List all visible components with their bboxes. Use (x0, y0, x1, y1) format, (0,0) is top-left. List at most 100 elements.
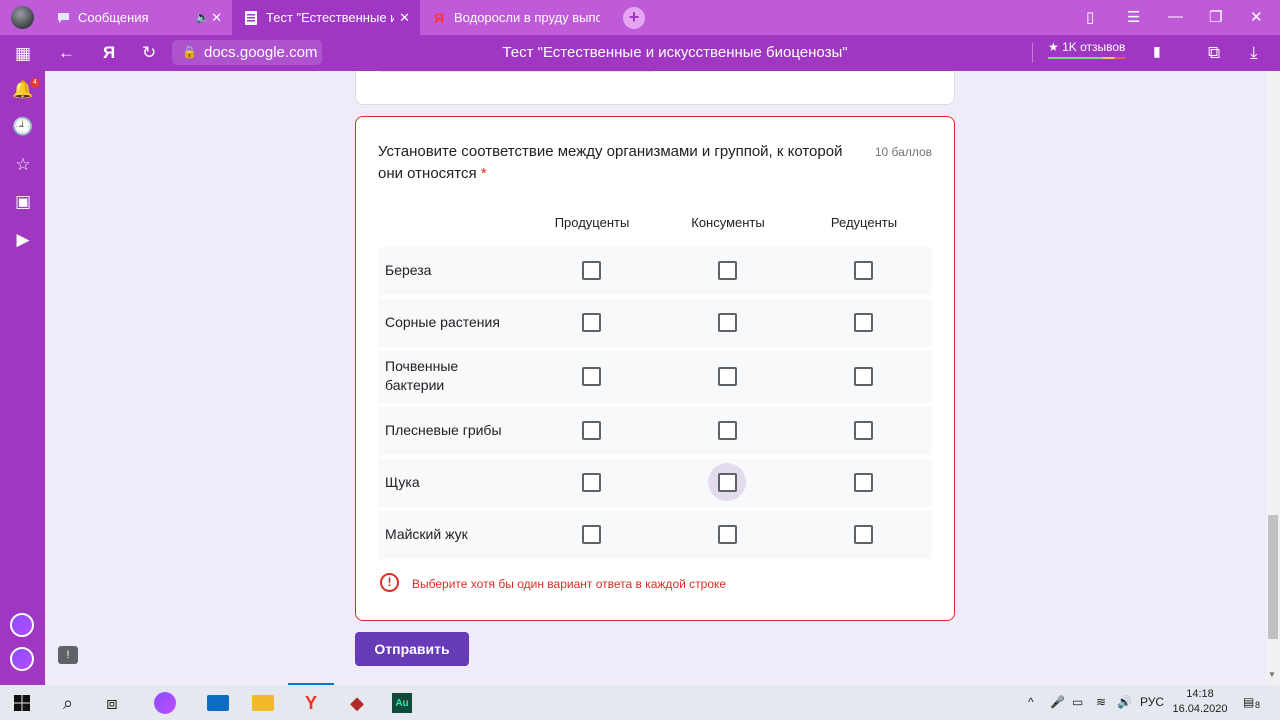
grid-row: Плесневые грибы (378, 407, 932, 455)
download-icon[interactable]: ⤓ (1250, 43, 1258, 63)
clock-time: 14:18 (1186, 688, 1214, 700)
checkbox-consumers[interactable] (718, 313, 737, 332)
error-icon: ! (380, 573, 399, 592)
side-panel: ▦ 🔔 4 🕘 ☆ ▣ ▶ (0, 35, 45, 685)
notification-count: 8 (1255, 700, 1261, 710)
windows-start-icon[interactable] (10, 691, 34, 715)
submit-button[interactable]: Отправить (355, 632, 469, 666)
column-header: Редуценты (830, 215, 898, 230)
alice-assistant-icon[interactable] (10, 613, 34, 637)
row-label: Береза (385, 262, 432, 278)
wifi-icon[interactable]: ≋ (1096, 695, 1106, 709)
bookmarks-panel-icon[interactable]: ▯ (1086, 8, 1094, 26)
new-tab-button[interactable]: + (623, 7, 645, 29)
audition-icon[interactable]: Au (390, 691, 414, 715)
checkbox-producers[interactable] (582, 421, 601, 440)
previous-question-card (355, 71, 955, 105)
alice-taskbar-icon[interactable] (153, 691, 177, 715)
search-icon[interactable]: ⌕ (56, 691, 80, 715)
row-label: Щука (385, 474, 420, 490)
scrollbar-thumb[interactable] (1268, 515, 1278, 639)
checkbox-decomposers[interactable] (854, 367, 873, 386)
checkbox-producers[interactable] (582, 525, 601, 544)
close-tab-icon[interactable]: ✕ (211, 10, 222, 26)
checkbox-consumers[interactable] (718, 525, 737, 544)
minimize-icon[interactable]: — (1168, 8, 1183, 25)
row-label: Плесневые грибы (385, 422, 502, 438)
battery-icon[interactable]: ▭ (1072, 695, 1083, 709)
checkbox-decomposers[interactable] (854, 261, 873, 280)
close-tab-icon[interactable]: ✕ (399, 10, 410, 26)
task-view-icon[interactable]: ⧈ (100, 691, 124, 715)
notification-badge: 4 (30, 78, 40, 88)
tab-title: Тест "Естественные и искусственные биоце… (266, 10, 394, 25)
question-points: 10 баллов (874, 145, 932, 159)
volume-icon[interactable]: 🔊 (1117, 695, 1132, 709)
history-icon[interactable]: 🕘 (12, 116, 34, 138)
address-bar: ← Я ↻ 🔒 docs.google.com Тест "Естественн… (0, 35, 1280, 71)
url-text: docs.google.com (204, 44, 318, 61)
profile-avatar[interactable] (11, 6, 34, 29)
close-window-icon[interactable]: ✕ (1250, 8, 1263, 26)
checkbox-decomposers[interactable] (854, 473, 873, 492)
checkbox-producers[interactable] (582, 367, 601, 386)
lock-icon: 🔒 (182, 45, 197, 59)
bookmark-icon[interactable]: ▮ (1153, 43, 1161, 60)
checkbox-producers[interactable] (582, 313, 601, 332)
collections-icon[interactable]: ▣ (12, 191, 34, 213)
speaker-icon[interactable]: 🔈 (195, 10, 210, 24)
alice-icon[interactable] (10, 647, 34, 671)
row-label: Сорные растения (385, 314, 500, 330)
reviews-button[interactable]: ★ 1K отзывов (1048, 40, 1125, 54)
restore-icon[interactable]: ❐ (1209, 8, 1222, 26)
language-indicator[interactable]: РУС (1140, 695, 1164, 709)
mail-icon[interactable] (206, 691, 230, 715)
tab-bar: Сообщения ✕ 🔈 Тест "Естественные и искус… (0, 0, 1280, 35)
checkbox-decomposers[interactable] (854, 525, 873, 544)
checkbox-consumers[interactable] (718, 367, 737, 386)
back-icon[interactable]: ← (58, 43, 75, 63)
action-center-icon[interactable]: ▤ (1243, 695, 1254, 709)
tab-forms[interactable]: Тест "Естественные и искусственные биоце… (232, 0, 420, 35)
collections-icon[interactable]: ⧉ (1208, 43, 1220, 63)
question-card: Установите соответствие между организмам… (355, 116, 955, 621)
checkbox-consumers[interactable] (718, 421, 737, 440)
clock[interactable]: 14:18 16.04.2020 (1172, 687, 1228, 717)
checkbox-decomposers[interactable] (854, 313, 873, 332)
grid-row: Майский жук (378, 511, 932, 559)
yandex-icon: Я (433, 9, 445, 26)
checkbox-consumers[interactable] (718, 473, 737, 492)
rating-bar (1048, 57, 1126, 59)
file-explorer-icon[interactable] (251, 691, 275, 715)
chat-bubble-icon (56, 11, 70, 25)
services-grid-icon[interactable]: ▦ (12, 43, 34, 65)
app-icon[interactable]: ◆ (345, 691, 369, 715)
checkbox-consumers[interactable] (718, 261, 737, 280)
checkbox-decomposers[interactable] (854, 421, 873, 440)
answer-underline (380, 71, 655, 72)
yandex-home-icon[interactable]: Я (103, 43, 115, 63)
yandex-browser-icon[interactable]: Y (299, 691, 323, 715)
page-title: Тест "Естественные и искусственные биоце… (502, 44, 848, 61)
video-icon[interactable]: ▶ (12, 229, 34, 251)
grid-row: Щука (378, 459, 932, 507)
menu-icon[interactable]: ☰ (1127, 8, 1140, 26)
error-message: Выберите хотя бы один вариант ответа в к… (412, 577, 727, 591)
tray-chevron-icon[interactable]: ^ (1028, 695, 1034, 709)
tab-search[interactable]: Я Водоросли в пруду выполняют (420, 0, 610, 35)
grid-row: Береза (378, 247, 932, 295)
microphone-icon[interactable]: 🎤 (1050, 695, 1065, 709)
checkbox-producers[interactable] (582, 473, 601, 492)
divider (1032, 43, 1033, 63)
favorites-star-icon[interactable]: ☆ (12, 154, 34, 176)
url-field[interactable]: 🔒 docs.google.com (172, 40, 322, 65)
feedback-chat-icon[interactable]: ! (58, 646, 78, 664)
checkbox-producers[interactable] (582, 261, 601, 280)
scroll-down-icon[interactable]: ▼ (1268, 670, 1276, 679)
required-mark: * (480, 165, 487, 182)
row-label: Почвенные бактерии (385, 358, 459, 393)
grid-row: Сорные растения (378, 299, 932, 347)
taskbar: ⌕ ⧈ Y ◆ Au ^ 🎤 ▭ ≋ 🔊 РУС 14:18 16.04.202… (0, 685, 1280, 720)
reload-icon[interactable]: ↻ (142, 43, 156, 63)
grid-row: Почвенные бактерии (378, 351, 932, 403)
